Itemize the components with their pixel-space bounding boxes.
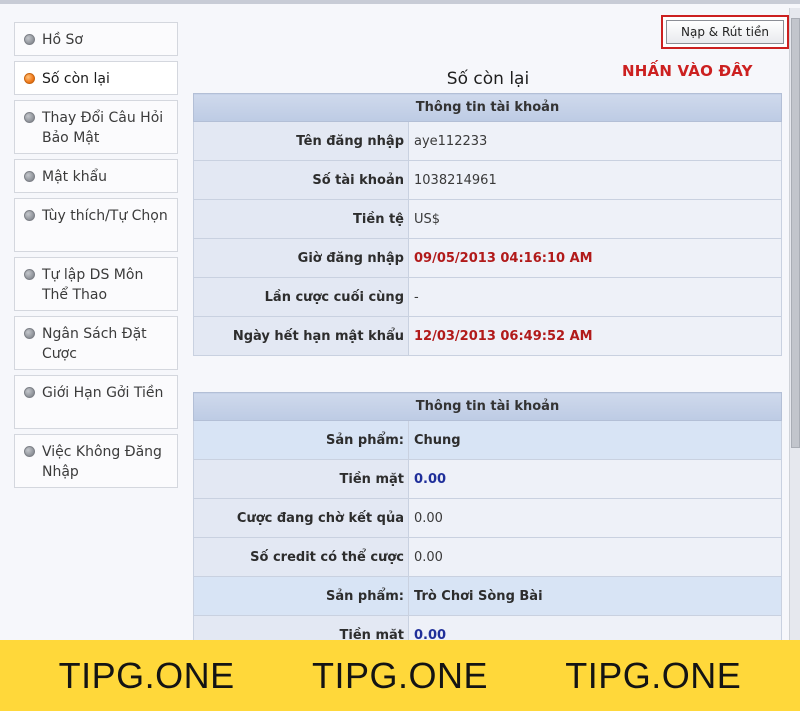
sidebar-item-label: Tùy thích/Tự Chọn [42, 208, 168, 224]
available-credit-value: 0.00 [408, 537, 782, 577]
cash-label: Tiền mặt [193, 615, 409, 640]
password-expiry-label: Ngày hết hạn mật khẩu [193, 316, 409, 356]
bullet-icon [24, 328, 35, 339]
table-row: Tiền mặt 0.00 [193, 459, 782, 499]
account-number-label: Số tài khoản [193, 160, 409, 200]
vertical-scrollbar[interactable] [789, 8, 800, 640]
balance-info-table: Thông tin tài khoản Sản phẩm: Chung Tiền… [193, 392, 782, 640]
sidebar-item-balance[interactable]: Số còn lại [14, 61, 178, 95]
sidebar-item-label: Thay Đổi Câu Hỏi Bảo Mật [42, 110, 164, 146]
watermark-banner: TIPG.ONE TIPG.ONE TIPG.ONE [0, 640, 800, 711]
product-label: Sản phẩm: [193, 420, 409, 460]
sidebar-item-password[interactable]: Mật khẩu [14, 159, 178, 193]
table-row: Tiền mặt 0.00 [193, 615, 782, 640]
bullet-icon [24, 269, 35, 280]
bullet-icon [24, 112, 35, 123]
last-bet-value: - [408, 277, 782, 317]
account-number-value: 1038214961 [408, 160, 782, 200]
sidebar-item-preferences[interactable]: Tùy thích/Tự Chọn [14, 198, 178, 252]
cash-label: Tiền mặt [193, 459, 409, 499]
sidebar-item-profile[interactable]: Hồ Sơ [14, 22, 178, 56]
sidebar-item-bet-budget[interactable]: Ngân Sách Đặt Cược [14, 316, 178, 370]
table-row: Tên đăng nhập aye112233 [193, 121, 782, 161]
click-here-annotation: NHẤN VÀO ĐÂY [622, 62, 753, 80]
product-value: Trò Chơi Sòng Bài [408, 576, 782, 616]
page-title: Số còn lại [446, 69, 530, 89]
product-value: Chung [408, 420, 782, 460]
cash-value: 0.00 [408, 615, 782, 640]
sidebar-item-self-exclusion[interactable]: Việc Không Đăng Nhập [14, 434, 178, 488]
table-row: Tiền tệ US$ [193, 199, 782, 239]
table-header: Thông tin tài khoản [193, 392, 782, 421]
table-row: Lần cược cuối cùng - [193, 277, 782, 317]
account-panel: Hồ Sơ Số còn lại Thay Đổi Câu Hỏi Bảo Mậ… [0, 0, 800, 640]
sidebar-item-label: Tự lập DS Môn Thể Thao [42, 267, 144, 303]
table-row: Sản phẩm: Chung [193, 420, 782, 460]
table-header: Thông tin tài khoản [193, 93, 782, 122]
bullet-icon [24, 210, 35, 221]
account-info-table: Thông tin tài khoản Tên đăng nhập aye112… [193, 93, 782, 356]
currency-value: US$ [408, 199, 782, 239]
username-value: aye112233 [408, 121, 782, 161]
bullet-icon [24, 34, 35, 45]
password-expiry-value: 12/03/2013 06:49:52 AM [408, 316, 782, 356]
table-row: Số tài khoản 1038214961 [193, 160, 782, 200]
login-time-label: Giờ đăng nhập [193, 238, 409, 278]
table-row: Sản phẩm: Trò Chơi Sòng Bài [193, 576, 782, 616]
sidebar-item-label: Ngân Sách Đặt Cược [42, 326, 147, 362]
bullet-icon [24, 73, 35, 84]
deposit-withdraw-highlight: Nạp & Rút tiền [661, 15, 789, 49]
sidebar-item-deposit-limit[interactable]: Giới Hạn Gởi Tiền [14, 375, 178, 429]
deposit-withdraw-button[interactable]: Nạp & Rút tiền [666, 20, 784, 44]
table-row: Giờ đăng nhập 09/05/2013 04:16:10 AM [193, 238, 782, 278]
bullet-icon [24, 387, 35, 398]
sidebar-item-security-question[interactable]: Thay Đổi Câu Hỏi Bảo Mật [14, 100, 178, 154]
bullet-icon [24, 171, 35, 182]
sidebar-item-label: Giới Hạn Gởi Tiền [42, 385, 164, 401]
table-row: Cược đang chờ kết qủa 0.00 [193, 498, 782, 538]
cash-value: 0.00 [408, 459, 782, 499]
sidebar-item-label: Số còn lại [42, 71, 110, 87]
currency-label: Tiền tệ [193, 199, 409, 239]
username-label: Tên đăng nhập [193, 121, 409, 161]
sidebar-menu: Hồ Sơ Số còn lại Thay Đổi Câu Hỏi Bảo Mậ… [14, 22, 178, 493]
available-credit-label: Số credit có thể cược [193, 537, 409, 577]
login-time-value: 09/05/2013 04:16:10 AM [408, 238, 782, 278]
bullet-icon [24, 446, 35, 457]
product-label: Sản phẩm: [193, 576, 409, 616]
table-row: Số credit có thể cược 0.00 [193, 537, 782, 577]
watermark-text: TIPG.ONE [58, 654, 235, 696]
pending-bets-value: 0.00 [408, 498, 782, 538]
last-bet-label: Lần cược cuối cùng [193, 277, 409, 317]
scrollbar-thumb[interactable] [791, 18, 800, 448]
watermark-text: TIPG.ONE [565, 654, 742, 696]
sidebar-item-label: Hồ Sơ [42, 32, 83, 48]
pending-bets-label: Cược đang chờ kết qủa [193, 498, 409, 538]
sidebar-item-label: Việc Không Đăng Nhập [42, 444, 162, 480]
table-row: Ngày hết hạn mật khẩu 12/03/2013 06:49:5… [193, 316, 782, 356]
sidebar-item-sports-list[interactable]: Tự lập DS Môn Thể Thao [14, 257, 178, 311]
sidebar-item-label: Mật khẩu [42, 169, 108, 185]
watermark-text: TIPG.ONE [311, 654, 488, 696]
